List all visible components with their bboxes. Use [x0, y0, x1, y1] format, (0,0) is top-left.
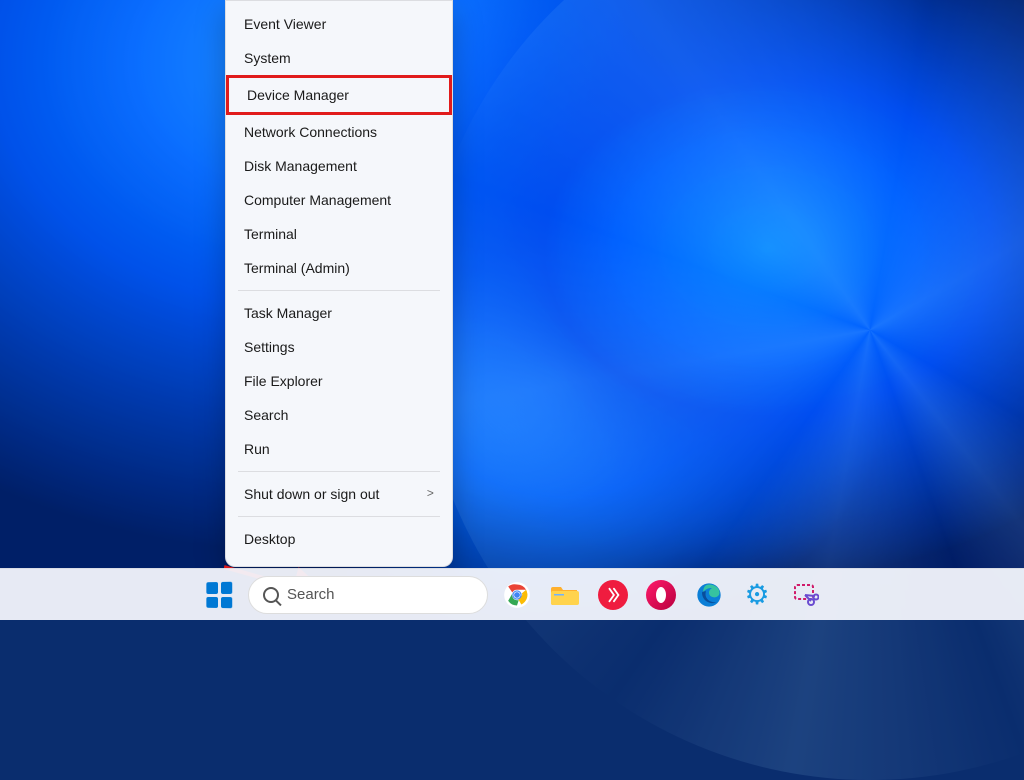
menu-item-disk-management[interactable]: Disk Management: [226, 149, 452, 183]
menu-item-label: System: [244, 50, 291, 66]
snipping-tool-icon: [791, 581, 819, 609]
menu-item-label: Terminal: [244, 226, 297, 242]
menu-item-terminal[interactable]: Terminal: [226, 217, 452, 251]
menu-item-label: Device Manager: [247, 87, 349, 103]
power-user-menu: Event Viewer System Device Manager Network …: [225, 0, 453, 567]
menu-item-label: Settings: [244, 339, 295, 355]
menu-item-search[interactable]: Search: [226, 398, 452, 432]
taskbar-app-chrome[interactable]: [498, 576, 536, 614]
menu-item-label: Search: [244, 407, 288, 423]
windows-logo-icon: [206, 581, 232, 608]
chevron-right-icon: >: [427, 487, 434, 501]
menu-item-system[interactable]: System: [226, 41, 452, 75]
menu-separator: [238, 516, 440, 517]
opera-icon: [646, 580, 676, 610]
taskbar-search[interactable]: Search: [248, 576, 488, 614]
taskbar-app-anydesk[interactable]: [594, 576, 632, 614]
menu-item-device-manager[interactable]: Device Manager: [226, 75, 452, 115]
menu-item-label: Shut down or sign out: [244, 486, 379, 502]
menu-item-event-viewer[interactable]: Event Viewer: [226, 7, 452, 41]
taskbar-app-edge[interactable]: [690, 576, 728, 614]
menu-item-network-connections[interactable]: Network Connections: [226, 115, 452, 149]
taskbar-app-snipping-tool[interactable]: [786, 576, 824, 614]
menu-item-task-manager[interactable]: Task Manager: [226, 296, 452, 330]
menu-separator: [238, 471, 440, 472]
menu-item-file-explorer[interactable]: File Explorer: [226, 364, 452, 398]
chrome-icon: [503, 581, 531, 609]
start-button[interactable]: [200, 576, 238, 614]
search-placeholder: Search: [287, 586, 335, 603]
menu-item-label: Task Manager: [244, 305, 332, 321]
menu-item-label: Computer Management: [244, 192, 391, 208]
menu-item-label: Terminal (Admin): [244, 260, 350, 276]
menu-item-computer-management[interactable]: Computer Management: [226, 183, 452, 217]
menu-item-run[interactable]: Run: [226, 432, 452, 466]
edge-icon: [695, 581, 723, 609]
taskbar-app-file-explorer[interactable]: [546, 576, 584, 614]
menu-item-desktop[interactable]: Desktop: [226, 522, 452, 556]
menu-item-label: Run: [244, 441, 270, 457]
taskbar-app-settings[interactable]: ⚙: [738, 576, 776, 614]
anydesk-icon: [598, 580, 628, 610]
folder-icon: [551, 583, 579, 607]
menu-item-label: Disk Management: [244, 158, 357, 174]
menu-item-label: File Explorer: [244, 373, 323, 389]
taskbar: Search: [0, 568, 1024, 620]
taskbar-app-opera[interactable]: [642, 576, 680, 614]
menu-item-terminal-admin[interactable]: Terminal (Admin): [226, 251, 452, 285]
menu-item-settings[interactable]: Settings: [226, 330, 452, 364]
search-icon: [263, 587, 279, 603]
menu-item-shut-down-or-sign-out[interactable]: Shut down or sign out >: [226, 477, 452, 511]
menu-separator: [238, 290, 440, 291]
menu-item-label: Network Connections: [244, 124, 377, 140]
gear-icon: ⚙: [742, 580, 772, 610]
menu-item-label: Desktop: [244, 531, 295, 547]
wallpaper-swirl-decor: [420, 0, 1024, 780]
menu-item-label: Event Viewer: [244, 16, 326, 32]
